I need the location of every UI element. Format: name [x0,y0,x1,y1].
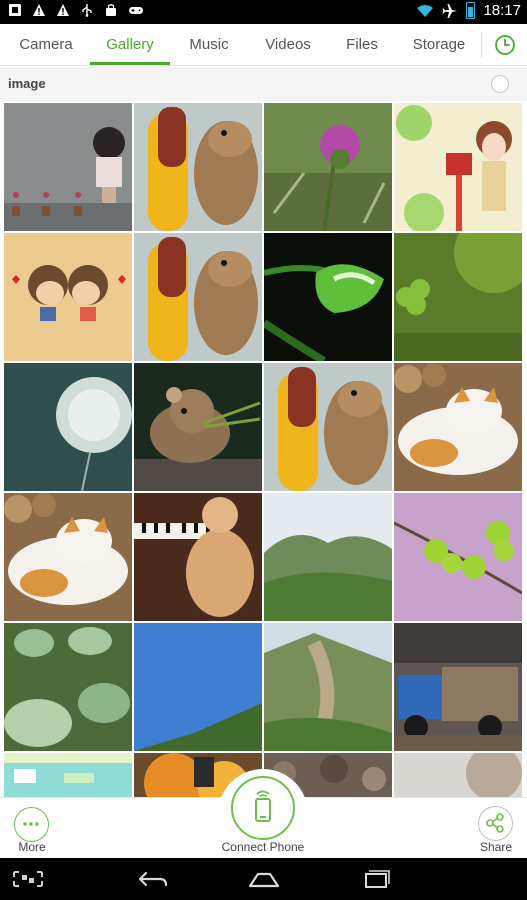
active-tab-indicator [90,62,170,65]
thumbnail[interactable] [134,493,262,621]
bag-icon [106,4,116,16]
phone-signal-icon [255,790,271,822]
image-blurry-photo [394,753,522,799]
image-dandelion [4,363,132,491]
more-label: More [18,840,46,854]
image-sleeping-cat [394,363,522,491]
more-dots-icon [23,822,39,826]
usb-icon [82,4,92,17]
image-pika [134,363,262,491]
connect-phone-label: Connect Phone [221,840,305,854]
thumbnail[interactable] [394,103,522,231]
clock-time: 18:17 [483,2,521,19]
category-tab-bar: Camera Gallery Music Videos Files Storag… [0,24,527,66]
clock-icon[interactable] [494,34,516,56]
image-grid [0,101,527,799]
thumbnail[interactable] [134,623,262,751]
connect-phone-button[interactable] [231,776,295,840]
image-clover-moss [394,233,522,361]
thumbnail[interactable] [264,103,392,231]
select-all-checkbox[interactable] [491,75,509,93]
thumbnail[interactable] [4,363,132,491]
status-bar: 18:17 [0,0,527,24]
image-green-buds [394,493,522,621]
image-chipmunk-corn [134,103,262,231]
tab-files[interactable]: Files [328,24,396,66]
thumbnail[interactable] [394,363,522,491]
thumbnail[interactable] [394,493,522,621]
warning-icon [33,4,45,16]
image-kissing-couple [4,233,132,361]
share-label: Share [479,840,513,854]
image-green-mountains [264,493,392,621]
thumbnail[interactable] [4,103,132,231]
system-icons: 18:17 [416,2,521,19]
thumbnail[interactable] [264,363,392,491]
thumbnail[interactable] [394,233,522,361]
notification-icons [8,3,144,17]
thumbnail[interactable] [394,753,522,799]
thumbnail[interactable] [4,623,132,751]
image-game-screenshot [4,753,132,799]
thumbnail[interactable] [4,753,132,799]
image-cartoon-mailbox [394,103,522,231]
section-header: image [0,67,527,101]
tab-music[interactable]: Music [170,24,248,66]
tab-videos[interactable]: Videos [248,24,328,66]
tab-camera[interactable]: Camera [6,24,86,66]
thumbnail[interactable] [4,233,132,361]
thumbnail[interactable] [264,493,392,621]
system-nav-bar [0,858,527,900]
image-cartoon-girl [4,103,132,231]
airplane-icon [442,3,458,18]
tab-gallery[interactable]: Gallery [90,24,170,66]
home-icon[interactable] [244,866,284,892]
image-old-truck [394,623,522,751]
image-sleeping-cat [4,493,132,621]
share-icon [486,813,504,833]
image-chipmunk-corn [264,363,392,491]
back-icon[interactable] [132,866,172,892]
image-chipmunk-corn [134,233,262,361]
recent-apps-icon[interactable] [356,866,396,892]
image-mountain-valley [264,623,392,751]
battery-icon [466,2,476,19]
qr-scan-icon[interactable] [8,866,48,892]
tab-storage[interactable]: Storage [400,24,478,66]
image-puppy-piano [134,493,262,621]
thumbnail[interactable] [134,363,262,491]
image-thistle [264,103,392,231]
thumbnail[interactable] [264,623,392,751]
tab-divider [481,32,482,58]
thumbnail[interactable] [394,623,522,751]
notification-icon [9,4,21,16]
game-controller-icon [129,7,143,14]
warning-icon [57,4,69,16]
thumbnail[interactable] [134,103,262,231]
more-button[interactable] [14,807,49,842]
thumbnail[interactable] [264,233,392,361]
image-green-tulip [264,233,392,361]
section-title: image [8,76,46,91]
thumbnail[interactable] [134,233,262,361]
image-cabbage-field [4,623,132,751]
image-blue-sky-hill [134,623,262,751]
wifi-icon [417,4,434,17]
share-button[interactable] [478,806,513,841]
thumbnail[interactable] [4,493,132,621]
